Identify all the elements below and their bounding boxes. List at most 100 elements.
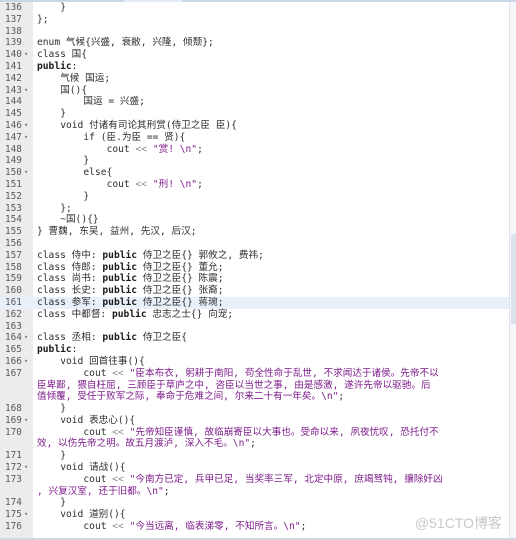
code-line[interactable]: 144 国运 = 兴盛; <box>0 96 510 108</box>
line-number: 145 <box>5 108 22 120</box>
code-line[interactable]: 160 class 长史: public 侍卫之臣{} 张裔; <box>0 285 510 297</box>
code-text: enum 气候{兴盛, 衰敝, 兴隆, 倾颓}; <box>37 37 214 49</box>
fold-toggle-icon[interactable]: ▾ <box>24 49 32 61</box>
code-text: 气候 国运; <box>60 72 111 84</box>
line-number: 173 <box>5 473 22 485</box>
code-line[interactable]: 162 class 中都督: public 忠志之士{} 向宠; <box>0 309 510 321</box>
code-line[interactable]: 153}; <box>0 203 510 215</box>
code-line[interactable]: 152} <box>0 191 510 203</box>
line-number: 171 <box>5 450 22 462</box>
code-text-wrap: 值倾覆, 受任于败军之际, 奉命于危难之间, 尔来二十有一年矣。\n"; <box>37 391 345 403</box>
code-line[interactable]: 173 cout << "今南方已定, 兵甲已足, 当奖率三军, 北定中原, 庶竭… <box>0 474 510 486</box>
fold-toggle-icon[interactable]: ▾ <box>24 167 32 179</box>
code-text: void 表忠心(){ <box>60 414 136 426</box>
code-line[interactable]: 154 ~国(){} <box>0 214 510 226</box>
line-number: 161 <box>5 296 22 308</box>
code-line[interactable]: 159 class 尚书: public 侍卫之臣{} 陈震; <box>0 273 510 285</box>
line-number: 137 <box>5 13 22 25</box>
fold-toggle-icon[interactable]: ▾ <box>24 415 32 427</box>
code-line[interactable]: 143 ▾ 国(){ <box>0 85 510 97</box>
code-editor[interactable]: 136} 137}; 138 139 enum 气候{兴盛, 衰敝, 兴隆, 倾颓}; 1… <box>0 2 510 538</box>
code-line-wrap[interactable]: 效, 以伤先帝之明。故五月渡泸, 深入不毛。\n"; <box>0 438 510 450</box>
code-line[interactable]: 174} <box>0 497 510 509</box>
code-text: void 付诸有司论其刑赏(侍卫之臣 臣){ <box>60 119 237 131</box>
code-line[interactable]: 167 cout << "臣本布衣, 躬耕于南阳, 苟全性命于乱世, 不求闻达于诸… <box>0 368 510 380</box>
code-line[interactable]: 170 cout << "先帝知臣谨慎, 故临崩寄臣以大事也。受命以来, 夙夜忧叹… <box>0 427 510 439</box>
fold-toggle-icon[interactable]: ▾ <box>24 509 32 521</box>
code-line[interactable]: 163 <box>0 321 510 333</box>
line-number: 170 <box>5 426 22 438</box>
code-line[interactable]: 137}; <box>0 14 510 26</box>
code-line[interactable]: 157 class 侍中: public 侍卫之臣{} 郭攸之, 费祎; <box>0 250 510 262</box>
scrollbar-thumb[interactable] <box>511 234 516 324</box>
code-line[interactable]: 138 <box>0 26 510 38</box>
code-line[interactable]: 150 ▾ else{ <box>0 167 510 179</box>
line-number: 154 <box>5 214 22 226</box>
line-number: 159 <box>5 273 22 285</box>
code-line[interactable]: 165 public: <box>0 344 510 356</box>
code-text: class 中都督: public 忠志之士{} 向宠; <box>37 308 234 320</box>
code-line[interactable]: 142 气候 国运; <box>0 73 510 85</box>
code-line[interactable]: 171} <box>0 450 510 462</box>
code-line[interactable]: 172 ▾ void 请战(){ <box>0 462 510 474</box>
line-number: 163 <box>5 320 22 332</box>
code-line[interactable]: 155 } 曹魏, 东吴, 益州, 先汉, 后汉; <box>0 226 510 238</box>
code-line[interactable]: 149} <box>0 155 510 167</box>
fold-toggle-icon[interactable]: ▾ <box>24 332 32 344</box>
code-line[interactable]: 164 ▾ class 丞相: public 侍卫之臣{ <box>0 332 510 344</box>
line-number: 167 <box>5 367 22 379</box>
code-line[interactable]: 146 ▾ void 付诸有司论其刑赏(侍卫之臣 臣){ <box>0 120 510 132</box>
code-text: class 尚书: public 侍卫之臣{} 陈震; <box>37 273 224 285</box>
code-line[interactable]: 161 class 参军: public 侍卫之臣{} 蒋琬; <box>0 296 510 309</box>
line-number: 142 <box>5 72 22 84</box>
code-text: } 曹魏, 东吴, 益州, 先汉, 后汉; <box>37 226 197 238</box>
code-line[interactable]: 169 ▾ void 表忠心(){ <box>0 415 510 427</box>
code-line[interactable]: 147 ▾ if (臣.为臣 == 贤){ <box>0 132 510 144</box>
code-line[interactable]: 140 ▾ class 国{ <box>0 49 510 61</box>
code-line[interactable]: 141 public: <box>0 61 510 73</box>
code-line[interactable]: 156 <box>0 238 510 250</box>
code-text: } <box>83 155 90 167</box>
code-text: } <box>60 450 66 462</box>
code-text: public: <box>37 60 78 72</box>
code-text: 国运 = 兴盛; <box>83 96 145 108</box>
code-line[interactable]: 151 cout << "刑! \n"; <box>0 179 510 191</box>
code-text: class 侍郎: public 侍卫之臣{} 董允; <box>37 261 224 273</box>
watermark: @51CTO博客 <box>414 515 502 531</box>
code-line-wrap[interactable]: 臣卑鄙, 猥自枉屈, 三顾臣于草庐之中, 咨臣以当世之事, 由是感激, 遂许先帝… <box>0 380 510 392</box>
code-lines: 136} 137}; 138 139 enum 气候{兴盛, 衰敝, 兴隆, 倾颓}; 1… <box>0 2 510 533</box>
code-text: cout << "今南方已定, 兵甲已足, 当奖率三军, 北定中原, 庶竭驽钝,… <box>83 473 443 485</box>
code-line-wrap[interactable]: , 兴复汉室, 还于旧都。\n"; <box>0 486 510 498</box>
code-line[interactable]: 136} <box>0 2 510 14</box>
code-line[interactable]: 148 cout << "赏! \n"; <box>0 144 510 156</box>
line-number: 148 <box>5 143 22 155</box>
line-number: 157 <box>5 249 22 261</box>
line-number: 158 <box>5 261 22 273</box>
vertical-scrollbar[interactable] <box>509 2 516 538</box>
line-number: 139 <box>5 37 22 49</box>
line-number: 155 <box>5 226 22 238</box>
fold-toggle-icon[interactable]: ▾ <box>24 462 32 474</box>
line-number: 152 <box>5 190 22 202</box>
line-number: 162 <box>5 308 22 320</box>
code-line[interactable]: 158 class 侍郎: public 侍卫之臣{} 董允; <box>0 262 510 274</box>
fold-toggle-icon[interactable]: ▾ <box>24 85 32 97</box>
line-number: 138 <box>5 25 22 37</box>
code-line[interactable]: 166 ▾ void 回首往事(){ <box>0 356 510 368</box>
code-text: else{ <box>83 167 113 179</box>
code-text: } <box>83 190 90 202</box>
code-text: class 侍中: public 侍卫之臣{} 郭攸之, 费祎; <box>37 249 264 261</box>
line-number: 165 <box>5 344 22 356</box>
fold-toggle-icon[interactable]: ▾ <box>24 356 32 368</box>
line-number: 176 <box>5 521 22 533</box>
code-line[interactable]: 139 enum 气候{兴盛, 衰敝, 兴隆, 倾颓}; <box>0 37 510 49</box>
code-text: 国(){ <box>60 84 88 96</box>
code-text: void 请战(){ <box>60 462 126 474</box>
code-line[interactable]: 145} <box>0 108 510 120</box>
line-number: 174 <box>5 497 22 509</box>
code-line[interactable]: 168} <box>0 403 510 415</box>
fold-toggle-icon[interactable]: ▾ <box>24 132 32 144</box>
code-text: public: <box>37 344 78 356</box>
code-line-wrap[interactable]: 值倾覆, 受任于败军之际, 奉命于危难之间, 尔来二十有一年矣。\n"; <box>0 391 510 403</box>
fold-toggle-icon[interactable]: ▾ <box>24 120 32 132</box>
